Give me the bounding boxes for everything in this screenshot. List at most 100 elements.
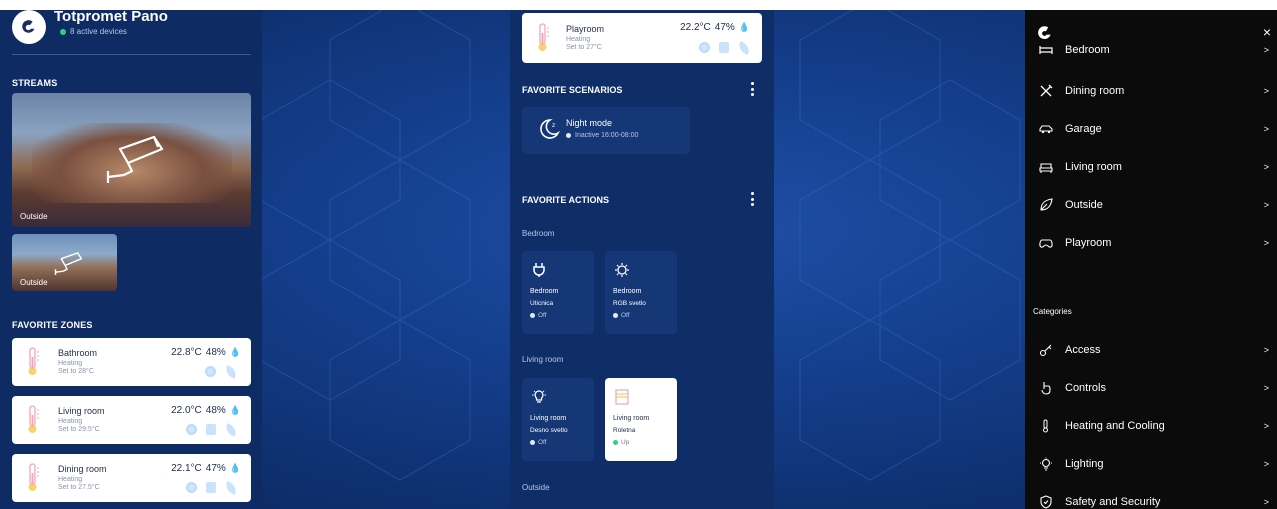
action-status-label: Off xyxy=(538,439,547,446)
drawer-item-outside[interactable]: Outside > xyxy=(1025,187,1277,221)
humidity-drop-icon: 💧 xyxy=(738,22,750,32)
chevron-right-icon: > xyxy=(1263,86,1269,96)
zone-humidity: 47% xyxy=(205,463,226,474)
action-status: Off xyxy=(530,439,547,446)
zone-temperature: 22.2°C xyxy=(680,22,711,33)
drawer-item-garage[interactable]: Garage > xyxy=(1025,111,1277,145)
drawer-item-heating-and-cooling[interactable]: Heating and Cooling > xyxy=(1025,408,1277,442)
gamepad-icon xyxy=(1039,239,1053,248)
action-status-label: Off xyxy=(621,312,630,319)
status-dot-icon xyxy=(530,313,535,318)
middle-panel: Playroom Heating Set to 27°C 22.2°C 47% 💧 F… xyxy=(510,0,774,509)
chevron-right-icon: > xyxy=(1263,200,1269,210)
thermometer-icon xyxy=(538,23,549,51)
favorite-scenarios-heading: FAVORITE SCENARIOS xyxy=(522,85,623,95)
drawer-item-label: Safety and Security xyxy=(1065,496,1161,508)
drawer-item-playroom[interactable]: Playroom > xyxy=(1025,225,1277,259)
thermometer-icon xyxy=(28,405,39,433)
sun-icon xyxy=(699,42,710,53)
action-device: Roletna xyxy=(613,427,636,434)
actions-menu-button[interactable] xyxy=(750,192,754,206)
zone-humidity: 48% xyxy=(205,347,226,358)
drawer-item-bedroom[interactable]: Bedroom > xyxy=(1025,34,1277,58)
stream-label: Outside xyxy=(20,278,48,287)
zone-name: Playroom xyxy=(566,24,605,34)
action-device: Uticnica xyxy=(530,300,554,307)
drawer-item-access[interactable]: Access > xyxy=(1025,332,1277,366)
action-room: Living room xyxy=(613,415,650,422)
drawer-item-controls[interactable]: Controls > xyxy=(1025,370,1277,404)
zone-mode: Heating Set to 29.5°C xyxy=(58,418,100,434)
zone-mode: Heating Set to 27.5°C xyxy=(58,476,100,492)
group-label-living-room: Living room xyxy=(522,355,564,364)
zone-humidity: 48% xyxy=(205,405,226,416)
drawer-item-dining-room[interactable]: Dining room > xyxy=(1025,73,1277,107)
group-label-bedroom: Bedroom xyxy=(522,229,555,238)
action-bedroom-rgb-svetlo[interactable]: Bedroom RGB svetlo Off xyxy=(605,251,677,334)
drawer-item-lighting[interactable]: Lighting > xyxy=(1025,446,1277,480)
zone-readings: 22.1°C 47% 💧 xyxy=(171,463,241,474)
drawer-item-label: Access xyxy=(1065,344,1101,356)
zone-temperature: 22.8°C xyxy=(171,347,202,358)
blinds-icon xyxy=(615,389,629,405)
online-dot-icon xyxy=(60,28,66,35)
action-bedroom-uticnica[interactable]: Bedroom Uticnica Off xyxy=(522,251,594,334)
zone-status-icons xyxy=(186,480,239,495)
action-status: Off xyxy=(530,312,547,319)
humidity-drop-icon: 💧 xyxy=(229,405,241,415)
humidity-drop-icon: 💧 xyxy=(229,347,241,357)
streams-heading: STREAMS xyxy=(12,78,58,88)
cutlery-icon xyxy=(1040,84,1053,97)
plug-icon xyxy=(533,263,545,277)
leaf-icon xyxy=(223,364,239,379)
leaf-icon xyxy=(223,480,239,495)
drawer-item-label: Living room xyxy=(1065,161,1122,173)
scenario-status-label: Inactive 16:00-08:00 xyxy=(575,132,639,139)
action-living-room-roletna[interactable]: Living room Roletna Up xyxy=(605,378,677,461)
logo xyxy=(12,10,46,44)
zone-humidity: 47% xyxy=(714,22,735,33)
stream-tile-main[interactable]: Outside xyxy=(12,93,251,227)
divider xyxy=(12,54,251,55)
action-status-label: Up xyxy=(621,439,630,446)
status-dot-icon xyxy=(613,313,618,318)
brand-header[interactable]: Totpromet Pano 8 active devices xyxy=(12,8,252,44)
humidity-drop-icon: 💧 xyxy=(229,463,241,473)
bed-icon xyxy=(1039,46,1053,54)
zone-readings: 22.0°C 48% 💧 xyxy=(171,405,241,416)
car-icon xyxy=(1039,125,1053,134)
zone-card-living-room[interactable]: Living room Heating Set to 29.5°C 22.0°C 4… xyxy=(12,396,251,444)
zone-temperature: 22.0°C xyxy=(171,405,202,416)
zone-name: Dining room xyxy=(58,464,107,474)
scenarios-menu-button[interactable] xyxy=(750,82,754,96)
favorite-zones-heading: FAVORITE ZONES xyxy=(12,320,93,330)
zone-card-dining-room[interactable]: Dining room Heating Set to 27.5°C 22.1°C 4… xyxy=(12,454,251,502)
key-icon xyxy=(1039,344,1052,357)
sun-icon xyxy=(205,366,216,377)
drawer-item-living-room[interactable]: Living room > xyxy=(1025,149,1277,183)
chevron-right-icon: > xyxy=(1263,45,1269,55)
sofa-icon xyxy=(1039,163,1053,173)
top-strip xyxy=(0,0,1277,10)
zone-mode: Heating Set to 27°C xyxy=(566,36,602,52)
status-dot-icon xyxy=(530,440,535,445)
scenario-night-mode[interactable]: z Night mode Inactive 16:00-08:00 xyxy=(522,107,690,154)
stream-tile-secondary[interactable]: Outside xyxy=(12,234,117,291)
thermometer-icon xyxy=(28,347,39,375)
scenario-status: Inactive 16:00-08:00 xyxy=(566,132,638,139)
drawer-item-safety-and-security[interactable]: Safety and Security > xyxy=(1025,484,1277,509)
rgb-light-icon xyxy=(615,263,629,277)
action-living-room-desno-svetlo[interactable]: Living room Desno svetlo Off xyxy=(522,378,594,461)
categories-heading: Categories xyxy=(1033,307,1072,316)
shield-icon xyxy=(1040,495,1052,509)
chevron-right-icon: > xyxy=(1263,345,1269,355)
zone-card-playroom[interactable]: Playroom Heating Set to 27°C 22.2°C 47% 💧 xyxy=(522,13,762,63)
drawer-item-label: Dining room xyxy=(1065,85,1125,97)
zone-status-icons xyxy=(186,422,239,437)
thermometer-icon xyxy=(28,463,39,491)
favorite-actions-heading: FAVORITE ACTIONS xyxy=(522,195,610,205)
stream-label: Outside xyxy=(20,212,48,221)
chevron-right-icon: > xyxy=(1263,421,1269,431)
zone-mode-label: Heating xyxy=(58,360,83,367)
zone-card-bathroom[interactable]: Bathroom Heating Set to 28°C 22.8°C 48% 💧 xyxy=(12,338,251,386)
